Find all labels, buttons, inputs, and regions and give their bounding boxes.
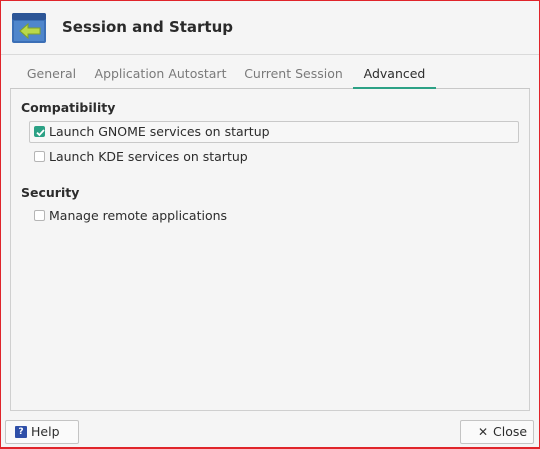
window-title: Session and Startup [62,18,234,36]
kde-services-checkbox[interactable] [34,151,45,162]
tab-general[interactable]: General [10,62,93,88]
help-icon: ? [15,426,27,438]
tab-advanced[interactable]: Advanced [353,62,436,89]
gnome-services-checkbox[interactable] [34,126,45,137]
gnome-services-option[interactable]: Launch GNOME services on startup [29,121,519,143]
close-button[interactable]: ✕ Close [460,420,534,444]
security-heading: Security [21,185,80,200]
gnome-services-label: Launch GNOME services on startup [49,124,270,139]
tab-bar: General Application Autostart Current Se… [10,62,530,89]
manage-remote-apps-label: Manage remote applications [49,208,228,223]
manage-remote-apps-checkbox[interactable] [34,210,45,221]
help-button[interactable]: ? Help [5,420,79,444]
tab-current-session[interactable]: Current Session [236,62,351,88]
checkmark-icon [36,129,45,137]
tab-application-autostart[interactable]: Application Autostart [93,62,228,88]
close-button-label: Close [493,424,528,439]
dialog-header: Session and Startup [1,1,539,55]
session-startup-icon [12,13,46,43]
compatibility-heading: Compatibility [21,100,116,115]
close-icon: ✕ [478,425,489,439]
kde-services-label: Launch KDE services on startup [49,149,248,164]
help-button-label: Help [31,424,60,439]
